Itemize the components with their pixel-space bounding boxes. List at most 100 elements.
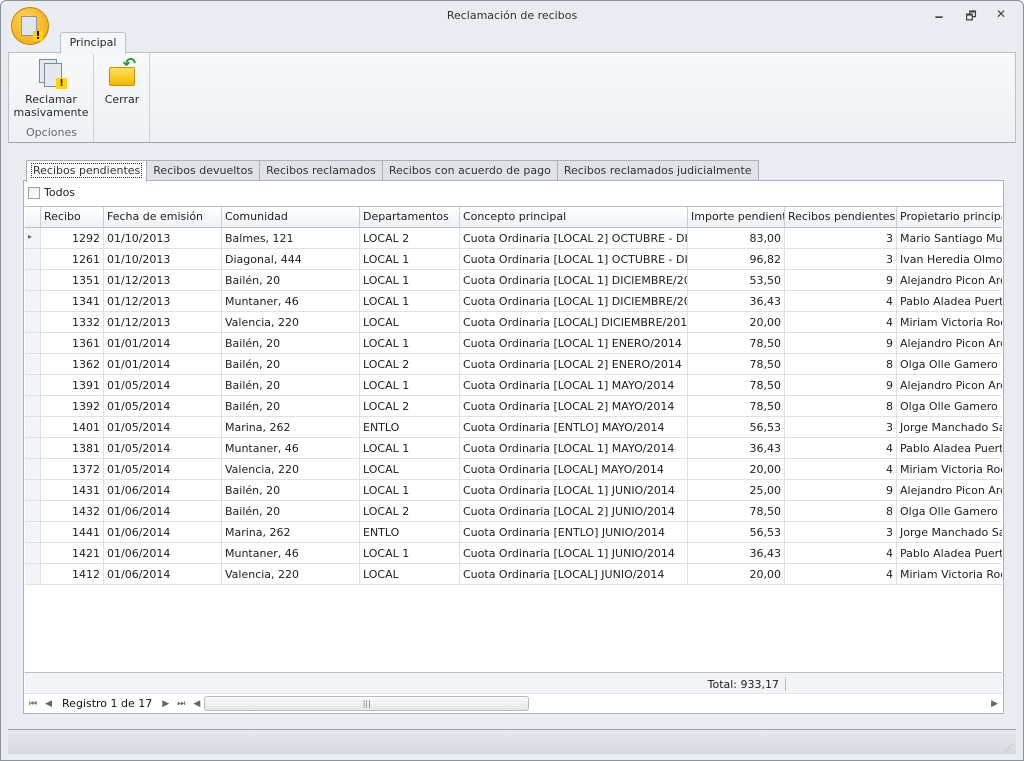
cerrar-button[interactable]: ↶ Cerrar <box>98 56 146 107</box>
tab-recibos-judicialmente[interactable]: Recibos reclamados judicialmente <box>556 160 759 181</box>
cell-concepto[interactable]: Cuota Ordinaria [ENTLO] MAYO/2014 <box>460 417 688 438</box>
cell-recibo[interactable]: 1362 <box>41 354 104 375</box>
cell-recibo[interactable]: 1372 <box>41 459 104 480</box>
cell-importe[interactable]: 78,50 <box>688 375 785 396</box>
cell-departamentos[interactable]: LOCAL <box>360 459 460 480</box>
cell-concepto[interactable]: Cuota Ordinaria [LOCAL 2] JUNIO/2014 <box>460 501 688 522</box>
cell-importe[interactable]: 78,50 <box>688 501 785 522</box>
cell-importe[interactable]: 78,50 <box>688 396 785 417</box>
cell-recibo[interactable]: 1361 <box>41 333 104 354</box>
cell-fecha[interactable]: 01/12/2013 <box>104 312 222 333</box>
cell-recibos-pendientes[interactable]: 4 <box>785 291 897 312</box>
cell-recibos-pendientes[interactable]: 4 <box>785 459 897 480</box>
row-indicator[interactable] <box>25 333 41 354</box>
cell-comunidad[interactable]: Muntaner, 46 <box>222 438 360 459</box>
cell-comunidad[interactable]: Bailén, 20 <box>222 270 360 291</box>
todos-checkbox[interactable]: Todos <box>28 186 75 199</box>
cell-concepto[interactable]: Cuota Ordinaria [LOCAL 1] DICIEMBRE/2013 <box>460 270 688 291</box>
cell-concepto[interactable]: Cuota Ordinaria [LOCAL 2] MAYO/2014 <box>460 396 688 417</box>
cell-recibo[interactable]: 1351 <box>41 270 104 291</box>
cell-concepto[interactable]: Cuota Ordinaria [LOCAL 2] OCTUBRE - DICI… <box>460 228 688 249</box>
column-header-recibos-pendientes[interactable]: Recibos pendientes <box>785 207 897 228</box>
cell-recibo[interactable]: 1391 <box>41 375 104 396</box>
cell-recibos-pendientes[interactable]: 9 <box>785 270 897 291</box>
cell-comunidad[interactable]: Muntaner, 46 <box>222 291 360 312</box>
row-indicator[interactable] <box>25 543 41 564</box>
cell-comunidad[interactable]: Valencia, 220 <box>222 564 360 585</box>
cell-propietario[interactable]: Alejandro Picon Arcos <box>897 375 1002 396</box>
prev-record-icon[interactable]: ◀ <box>41 699 56 709</box>
cell-comunidad[interactable]: Bailén, 20 <box>222 501 360 522</box>
cell-recibos-pendientes[interactable]: 8 <box>785 501 897 522</box>
cell-recibo[interactable]: 1332 <box>41 312 104 333</box>
column-header-departamentos[interactable]: Departamentos <box>360 207 460 228</box>
cell-concepto[interactable]: Cuota Ordinaria [LOCAL 1] MAYO/2014 <box>460 438 688 459</box>
column-header-propietario[interactable]: Propietario principal <box>897 207 1002 228</box>
cell-departamentos[interactable]: LOCAL 2 <box>360 228 460 249</box>
cell-departamentos[interactable]: LOCAL 2 <box>360 501 460 522</box>
cell-importe[interactable]: 25,00 <box>688 480 785 501</box>
cell-comunidad[interactable]: Bailén, 20 <box>222 375 360 396</box>
cell-concepto[interactable]: Cuota Ordinaria [LOCAL] JUNIO/2014 <box>460 564 688 585</box>
cell-departamentos[interactable]: LOCAL 2 <box>360 354 460 375</box>
cell-concepto[interactable]: Cuota Ordinaria [LOCAL 1] ENERO/2014 <box>460 333 688 354</box>
row-indicator[interactable] <box>25 564 41 585</box>
cell-fecha[interactable]: 01/05/2014 <box>104 396 222 417</box>
cell-importe[interactable]: 78,50 <box>688 354 785 375</box>
cell-recibo[interactable]: 1292 <box>41 228 104 249</box>
tab-recibos-pendientes[interactable]: Recibos pendientes <box>26 160 148 182</box>
column-header-fecha[interactable]: Fecha de emisión <box>104 207 222 228</box>
cell-propietario[interactable]: Ivan Heredia Olmo <box>897 249 1002 270</box>
cell-importe[interactable]: 96,82 <box>688 249 785 270</box>
column-header-importe[interactable]: Importe pendiente <box>688 207 785 228</box>
cell-recibos-pendientes[interactable]: 8 <box>785 396 897 417</box>
cell-propietario[interactable]: Mario Santiago Murillo <box>897 228 1002 249</box>
cell-recibos-pendientes[interactable]: 3 <box>785 249 897 270</box>
cell-recibo[interactable]: 1341 <box>41 291 104 312</box>
cell-recibos-pendientes[interactable]: 4 <box>785 564 897 585</box>
row-indicator[interactable] <box>25 291 41 312</box>
last-record-icon[interactable]: ⏭ <box>173 699 189 709</box>
cell-recibo[interactable]: 1441 <box>41 522 104 543</box>
cell-propietario[interactable]: Alejandro Picon Arcos <box>897 270 1002 291</box>
cell-recibos-pendientes[interactable]: 3 <box>785 228 897 249</box>
cell-recibo[interactable]: 1432 <box>41 501 104 522</box>
cell-propietario[interactable]: Alejandro Picon Arcos <box>897 333 1002 354</box>
cell-fecha[interactable]: 01/10/2013 <box>104 249 222 270</box>
row-indicator[interactable] <box>25 417 41 438</box>
row-indicator[interactable] <box>25 249 41 270</box>
cell-departamentos[interactable]: LOCAL <box>360 564 460 585</box>
cell-fecha[interactable]: 01/06/2014 <box>104 522 222 543</box>
cell-concepto[interactable]: Cuota Ordinaria [LOCAL 1] JUNIO/2014 <box>460 480 688 501</box>
horizontal-scrollbar-thumb[interactable]: ||| <box>204 696 530 711</box>
minimize-button[interactable]: 🗕 <box>929 7 949 23</box>
cell-fecha[interactable]: 01/01/2014 <box>104 333 222 354</box>
cell-recibos-pendientes[interactable]: 4 <box>785 312 897 333</box>
cell-recibo[interactable]: 1431 <box>41 480 104 501</box>
cell-recibo[interactable]: 1421 <box>41 543 104 564</box>
cell-comunidad[interactable]: Bailén, 20 <box>222 396 360 417</box>
cell-comunidad[interactable]: Bailén, 20 <box>222 333 360 354</box>
first-record-icon[interactable]: ⏮ <box>25 699 41 709</box>
cell-fecha[interactable]: 01/06/2014 <box>104 564 222 585</box>
cell-concepto[interactable]: Cuota Ordinaria [LOCAL 1] MAYO/2014 <box>460 375 688 396</box>
cell-departamentos[interactable]: LOCAL 1 <box>360 438 460 459</box>
reclamar-masivamente-button[interactable]: ! Reclamar masivamente <box>13 57 89 119</box>
cell-propietario[interactable]: Pablo Aladea Puerto <box>897 291 1002 312</box>
cell-fecha[interactable]: 01/05/2014 <box>104 438 222 459</box>
cell-fecha[interactable]: 01/06/2014 <box>104 480 222 501</box>
cell-importe[interactable]: 56,53 <box>688 417 785 438</box>
cell-propietario[interactable]: Miriam Victoria Roder <box>897 312 1002 333</box>
cell-departamentos[interactable]: LOCAL 1 <box>360 270 460 291</box>
checkbox-box[interactable] <box>28 186 40 199</box>
cell-comunidad[interactable]: Diagonal, 444 <box>222 249 360 270</box>
cell-comunidad[interactable]: Balmes, 121 <box>222 228 360 249</box>
cell-propietario[interactable]: Pablo Aladea Puerto <box>897 438 1002 459</box>
cell-recibos-pendientes[interactable]: 9 <box>785 333 897 354</box>
cell-propietario[interactable]: Olga Olle Gamero <box>897 396 1002 417</box>
cell-importe[interactable]: 20,00 <box>688 312 785 333</box>
cell-comunidad[interactable]: Marina, 262 <box>222 417 360 438</box>
cell-departamentos[interactable]: LOCAL 1 <box>360 249 460 270</box>
row-indicator[interactable] <box>25 438 41 459</box>
tab-recibos-reclamados[interactable]: Recibos reclamados <box>259 160 383 181</box>
